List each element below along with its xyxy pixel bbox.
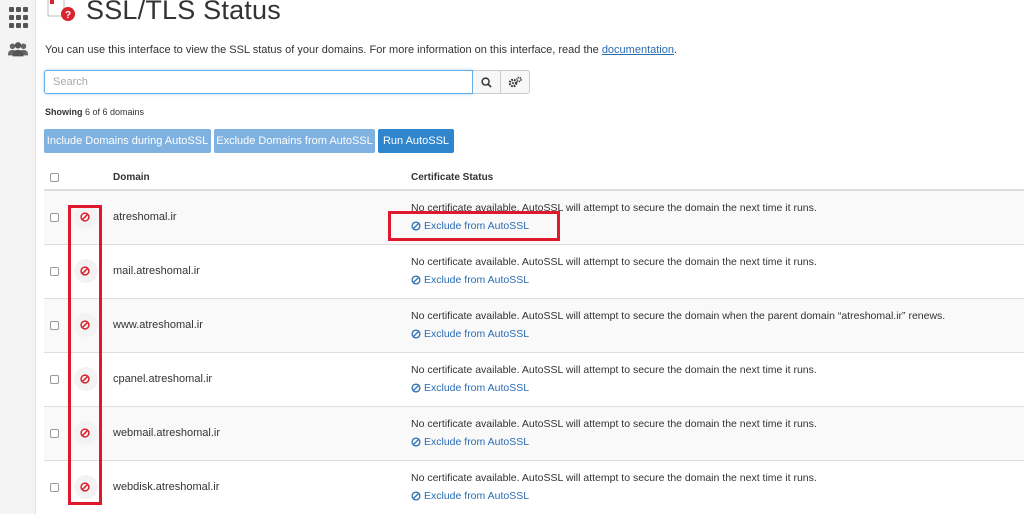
table-row: mail.atreshomal.ir No certificate availa…: [44, 245, 1024, 299]
exclude-domains-button[interactable]: Exclude Domains from AutoSSL: [214, 129, 375, 153]
certificate-status-column-header[interactable]: Certificate Status: [411, 172, 493, 183]
certificate-status-message: No certificate available. AutoSSL will a…: [411, 418, 817, 430]
table-row: webdisk.atreshomal.ir No certificate ava…: [44, 461, 1024, 514]
intro-description: You can use this interface to view the S…: [45, 44, 602, 56]
domain-name: atreshomal.ir: [113, 211, 177, 223]
exclude-from-autossl-link[interactable]: Exclude from AutoSSL: [411, 436, 529, 448]
domain-name: mail.atreshomal.ir: [113, 265, 200, 277]
certificate-status-message: No certificate available. AutoSSL will a…: [411, 364, 817, 376]
certificate-status-message: No certificate available. AutoSSL will a…: [411, 472, 817, 484]
left-sidebar: [0, 0, 36, 514]
exclude-from-autossl-link[interactable]: Exclude from AutoSSL: [411, 382, 529, 394]
documentation-link[interactable]: documentation: [602, 44, 674, 56]
certificate-status-message: No certificate available. AutoSSL will a…: [411, 256, 817, 268]
apps-grid-icon[interactable]: [7, 6, 29, 28]
exclude-link-label: Exclude from AutoSSL: [424, 382, 530, 394]
domain-name: cpanel.atreshomal.ir: [113, 373, 213, 385]
certificate-status-message: No certificate available. AutoSSL will a…: [411, 310, 946, 322]
ssl-status-icon: ?: [46, 0, 76, 22]
run-autossl-button[interactable]: Run AutoSSL: [378, 129, 454, 153]
annotation-highlight-status-icons: [68, 205, 102, 505]
domain-column-header[interactable]: Domain: [113, 172, 150, 183]
svg-text:?: ?: [65, 10, 71, 21]
exclude-link-label: Exclude from AutoSSL: [424, 274, 530, 286]
ban-icon: [411, 329, 421, 339]
exclude-link-label: Exclude from AutoSSL: [424, 328, 530, 340]
showing-count: Showing 6 of 6 domains: [45, 107, 144, 117]
search-settings-button[interactable]: [501, 70, 530, 94]
ban-icon: [411, 275, 421, 285]
exclude-from-autossl-link[interactable]: Exclude from AutoSSL: [411, 274, 529, 286]
table-row: webmail.atreshomal.ir No certificate ava…: [44, 407, 1024, 461]
exclude-link-label: Exclude from AutoSSL: [424, 490, 530, 502]
showing-text: 6 of 6 domains: [85, 107, 145, 117]
gears-icon: [508, 76, 522, 88]
users-icon[interactable]: [7, 38, 29, 60]
include-domains-button[interactable]: Include Domains during AutoSSL: [44, 129, 211, 153]
intro-end: .: [673, 44, 678, 56]
page-title: SSL/TLS Status: [86, 0, 281, 25]
table-row: cpanel.atreshomal.ir No certificate avai…: [44, 353, 1024, 407]
search-bar: [44, 70, 530, 94]
row-checkbox[interactable]: [50, 375, 59, 384]
ban-icon: [411, 491, 421, 501]
showing-label: Showing: [45, 107, 83, 117]
row-checkbox[interactable]: [50, 267, 59, 276]
annotation-highlight-exclude-link: [388, 211, 560, 241]
table-header: Domain Certificate Status: [44, 164, 1024, 191]
ban-icon: [411, 437, 421, 447]
row-checkbox[interactable]: [50, 483, 59, 492]
exclude-link-label: Exclude from AutoSSL: [424, 436, 530, 448]
ban-icon: [411, 383, 421, 393]
row-checkbox[interactable]: [50, 321, 59, 330]
domain-name: webmail.atreshomal.ir: [113, 427, 220, 439]
row-checkbox[interactable]: [50, 429, 59, 438]
search-icon: [481, 76, 492, 88]
row-checkbox[interactable]: [50, 213, 59, 222]
table-row: www.atreshomal.ir No certificate availab…: [44, 299, 1024, 353]
domain-name: webdisk.atreshomal.ir: [113, 481, 220, 493]
search-button[interactable]: [473, 70, 501, 94]
exclude-from-autossl-link[interactable]: Exclude from AutoSSL: [411, 328, 529, 340]
search-input[interactable]: [44, 70, 473, 94]
exclude-from-autossl-link[interactable]: Exclude from AutoSSL: [411, 490, 529, 502]
select-all-checkbox[interactable]: [50, 173, 59, 182]
intro-text: You can use this interface to view the S…: [45, 44, 677, 56]
domain-name: www.atreshomal.ir: [113, 319, 203, 331]
